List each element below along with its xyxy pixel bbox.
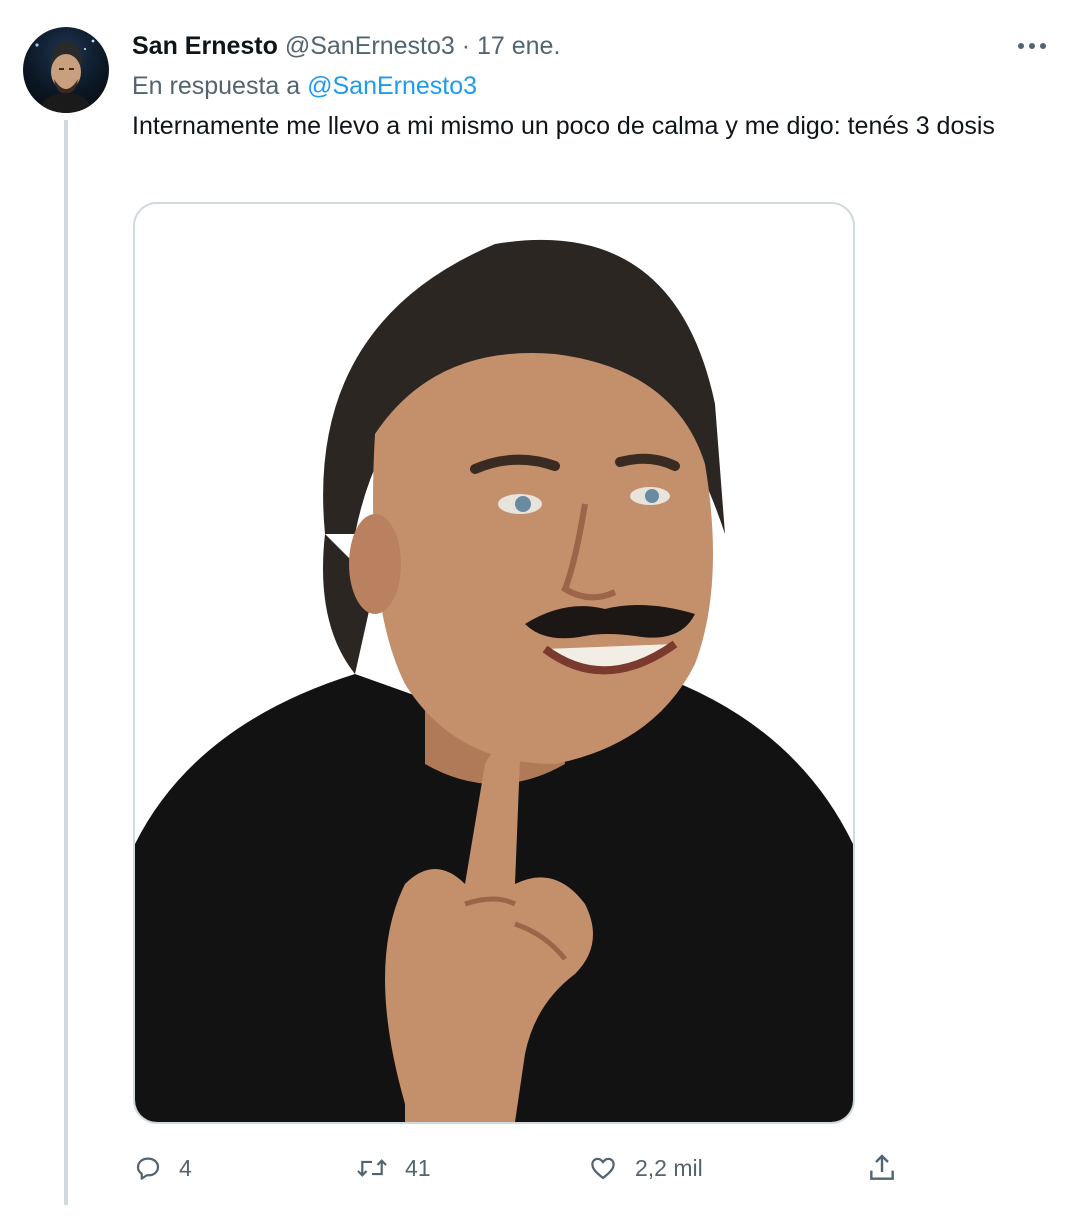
like-button[interactable]: 2,2 mil (587, 1148, 703, 1188)
more-horizontal-icon (1018, 43, 1024, 49)
retweet-arrows-icon (357, 1159, 387, 1177)
reply-prefix: En respuesta a (132, 72, 301, 100)
more-options-button[interactable] (1010, 32, 1054, 60)
like-count: 2,2 mil (635, 1154, 703, 1181)
tweet-media-image[interactable] (133, 202, 855, 1124)
share-upload-icon (870, 1154, 894, 1180)
reply-mention-link[interactable]: @SanErnesto3 (307, 72, 477, 100)
reply-context: En respuesta a @SanErnesto3 (132, 68, 1032, 104)
reply-button[interactable]: 4 (133, 1148, 192, 1188)
speech-bubble-icon (136, 1157, 160, 1180)
retweet-count: 41 (405, 1154, 431, 1181)
tweet-actions: 4 41 2,2 mil (0, 1148, 1080, 1188)
tweet[interactable]: San Ernesto @SanErnesto3 · 17 ene. En re… (0, 0, 1080, 1230)
tweet-text: Internamente me llevo a mi mismo un poco… (132, 112, 995, 140)
separator-dot: · (461, 32, 471, 60)
reply-count: 4 (179, 1154, 192, 1181)
retweet-button[interactable]: 41 (355, 1148, 431, 1188)
tweet-content: San Ernesto @SanErnesto3 · 17 ene. En re… (132, 28, 1032, 144)
tweet-header: San Ernesto @SanErnesto3 · 17 ene. (132, 28, 1032, 64)
photo-man-mustache (135, 204, 853, 1122)
share-button[interactable] (866, 1148, 898, 1188)
thread-line (64, 120, 68, 1205)
avatar[interactable] (23, 27, 109, 113)
display-name[interactable]: San Ernesto (132, 32, 278, 60)
tweet-date[interactable]: 17 ene. (477, 32, 560, 60)
user-handle[interactable]: @SanErnesto3 (285, 32, 455, 60)
heart-icon (591, 1157, 615, 1180)
